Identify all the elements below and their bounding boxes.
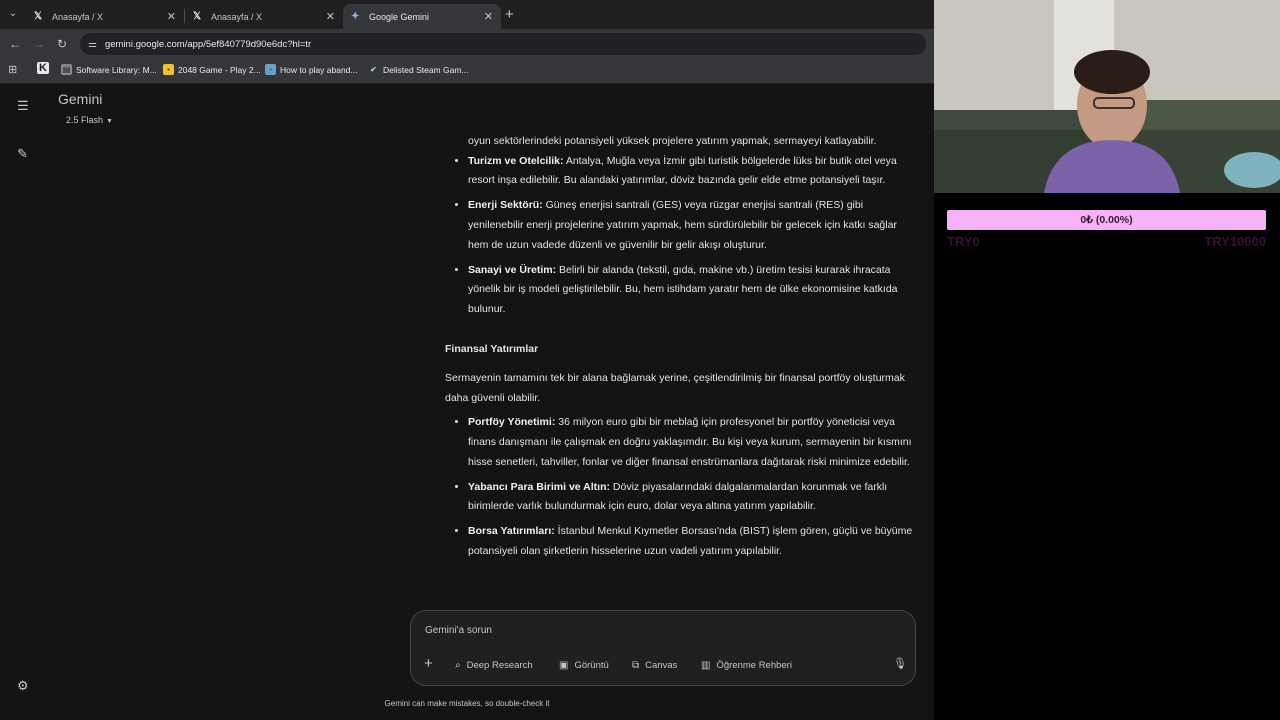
- stream-overlay: 0₺ (0.00%) TRY0 TRY10000: [934, 193, 1280, 720]
- list-item: Enerji Sektörü: Güneş enerjisi santrali …: [468, 196, 920, 255]
- item-title: Turizm ve Otelcilik:: [468, 154, 564, 167]
- steam-icon: ✔: [370, 65, 377, 74]
- page-icon: ▫: [265, 64, 276, 75]
- deep-research-icon: ⌕: [455, 660, 461, 671]
- item-title: Portföy Yönetimi:: [468, 416, 556, 429]
- tab-label: Anasayfa / X: [52, 11, 104, 22]
- tool-label: Öğrenme Rehberi: [716, 660, 792, 671]
- donation-goal-bar: 0₺ (0.00%): [947, 210, 1266, 230]
- tab-strip: ⌄ 𝕏 Anasayfa / X ✕ 𝕏 Anasayfa / X ✕ ✦ Go…: [0, 0, 934, 29]
- close-icon[interactable]: ✕: [167, 10, 176, 23]
- image-icon: ▣: [559, 660, 569, 671]
- k-extension-icon[interactable]: K: [37, 62, 49, 74]
- bookmarks-bar: ⊞ K ▤ Software Library: M... ▪ 2048 Game…: [0, 59, 934, 84]
- tab-google-gemini[interactable]: ✦ Google Gemini ✕: [343, 4, 501, 29]
- tool-label: Deep Research: [466, 660, 533, 671]
- item-title: Yabancı Para Birimi ve Altın:: [468, 480, 610, 493]
- list-item: Borsa Yatırımları: İstanbul Menkul Kıyme…: [468, 522, 920, 561]
- caret-down-icon: ▼: [106, 118, 113, 125]
- bookmark-how-to-play[interactable]: ▫ How to play aband...: [265, 64, 358, 75]
- bookmark-label: 2048 Game - Play 2...: [178, 64, 261, 75]
- new-tab-plus-icon[interactable]: +: [505, 6, 514, 23]
- add-attachment-plus-icon[interactable]: +: [424, 655, 433, 672]
- tool-learning-guide[interactable]: ▥ Öğrenme Rehberi: [701, 660, 792, 671]
- list-item: Turizm ve Otelcilik: Antalya, Muğla veya…: [468, 152, 920, 191]
- prompt-input[interactable]: Gemini'a sorun: [425, 625, 492, 636]
- tool-deep-research[interactable]: ⌕ Deep Research: [455, 660, 533, 671]
- goal-min-label: TRY0: [947, 234, 980, 249]
- game-tile-icon: ▪: [163, 64, 174, 75]
- close-icon[interactable]: ✕: [326, 10, 335, 23]
- tool-label: Görüntü: [574, 660, 609, 671]
- gemini-app: ☰ ✎ ⚙ Gemini 2.5 Flash ▼ oyun sektörlerin…: [0, 84, 934, 720]
- response-content: oyun sektörlerindeki potansiyeli yüksek …: [445, 132, 920, 612]
- webcam-image: [934, 0, 1280, 193]
- section-paragraph: Sermayenin tamamını tek bir alana bağlam…: [445, 372, 905, 404]
- item-title: Sanayi ve Üretim:: [468, 263, 557, 276]
- bookmark-label: Delisted Steam Gam...: [383, 64, 469, 75]
- prompt-composer[interactable]: Gemini'a sorun + ⌕ Deep Research ▣ Görün…: [410, 610, 916, 686]
- url-text: gemini.google.com/app/5ef840779d90e6dc?h…: [104, 38, 312, 50]
- bookmark-label: How to play aband...: [280, 64, 358, 75]
- forward-arrow-icon[interactable]: →: [33, 37, 45, 51]
- tool-label: Canvas: [645, 660, 678, 671]
- investment-list-a: Turizm ve Otelcilik: Antalya, Muğla veya…: [445, 152, 920, 320]
- menu-icon[interactable]: ☰: [17, 98, 29, 114]
- goal-max-label: TRY10000: [1204, 234, 1266, 249]
- tab-label: Anasayfa / X: [211, 11, 263, 22]
- canvas-icon: ⧉: [632, 660, 640, 671]
- webcam-feed: [934, 0, 1280, 193]
- section-heading: Finansal Yatırımlar: [445, 342, 539, 355]
- reload-icon[interactable]: ↻: [57, 37, 67, 51]
- list-item: Sanayi ve Üretim: Belirli bir alanda (te…: [468, 261, 920, 320]
- bookmark-2048-game[interactable]: ▪ 2048 Game - Play 2...: [163, 64, 261, 75]
- gemini-star-icon: ✦: [351, 11, 360, 22]
- bookmark-software-library[interactable]: ▤ Software Library: M...: [61, 64, 157, 75]
- model-label: 2.5 Flash: [66, 115, 104, 125]
- model-selector[interactable]: 2.5 Flash ▼: [60, 113, 119, 127]
- tab-x-home-1[interactable]: 𝕏 Anasayfa / X ✕: [26, 4, 184, 29]
- list-item-tail: oyun sektörlerindeki potansiyeli yüksek …: [468, 135, 877, 147]
- site-settings-icon[interactable]: ⚌: [88, 39, 97, 50]
- item-title: Enerji Sektörü:: [468, 199, 543, 212]
- settings-gear-icon[interactable]: ⚙: [17, 678, 29, 694]
- tool-image[interactable]: ▣ Görüntü: [559, 660, 609, 671]
- item-title: Borsa Yatırımları:: [468, 525, 555, 538]
- browser-toolbar: ← → ↻ ⚌ gemini.google.com/app/5ef840779d…: [0, 29, 934, 59]
- archive-icon: ▤: [61, 64, 72, 75]
- tool-canvas[interactable]: ⧉ Canvas: [632, 660, 677, 671]
- back-arrow-icon[interactable]: ←: [9, 37, 21, 51]
- tab-x-home-2[interactable]: 𝕏 Anasayfa / X ✕: [185, 4, 343, 29]
- bookmark-label: Software Library: M...: [76, 64, 157, 75]
- x-logo-icon: 𝕏: [193, 11, 202, 22]
- book-icon: ▥: [701, 660, 711, 671]
- close-icon[interactable]: ✕: [484, 10, 493, 23]
- address-bar[interactable]: ⚌ gemini.google.com/app/5ef840779d90e6dc…: [80, 33, 926, 55]
- tab-label: Google Gemini: [369, 11, 430, 22]
- disclaimer-text: Gemini can make mistakes, so double-chec…: [384, 699, 550, 708]
- list-item: Yabancı Para Birimi ve Altın: Döviz piya…: [468, 478, 920, 517]
- app-title: Gemini: [58, 91, 103, 107]
- bookmark-delisted-steam[interactable]: ✔ Delisted Steam Gam...: [368, 64, 469, 75]
- list-item: Portföy Yönetimi: 36 milyon euro gibi bi…: [468, 413, 920, 472]
- microphone-icon[interactable]: 🎙: [893, 657, 907, 670]
- investment-list-b: Portföy Yönetimi: 36 milyon euro gibi bi…: [445, 413, 920, 561]
- tab-search-chevron-icon[interactable]: ⌄: [4, 6, 22, 22]
- apps-grid-icon[interactable]: ⊞: [8, 63, 17, 76]
- new-chat-icon[interactable]: ✎: [17, 146, 28, 162]
- x-logo-icon: 𝕏: [34, 11, 43, 22]
